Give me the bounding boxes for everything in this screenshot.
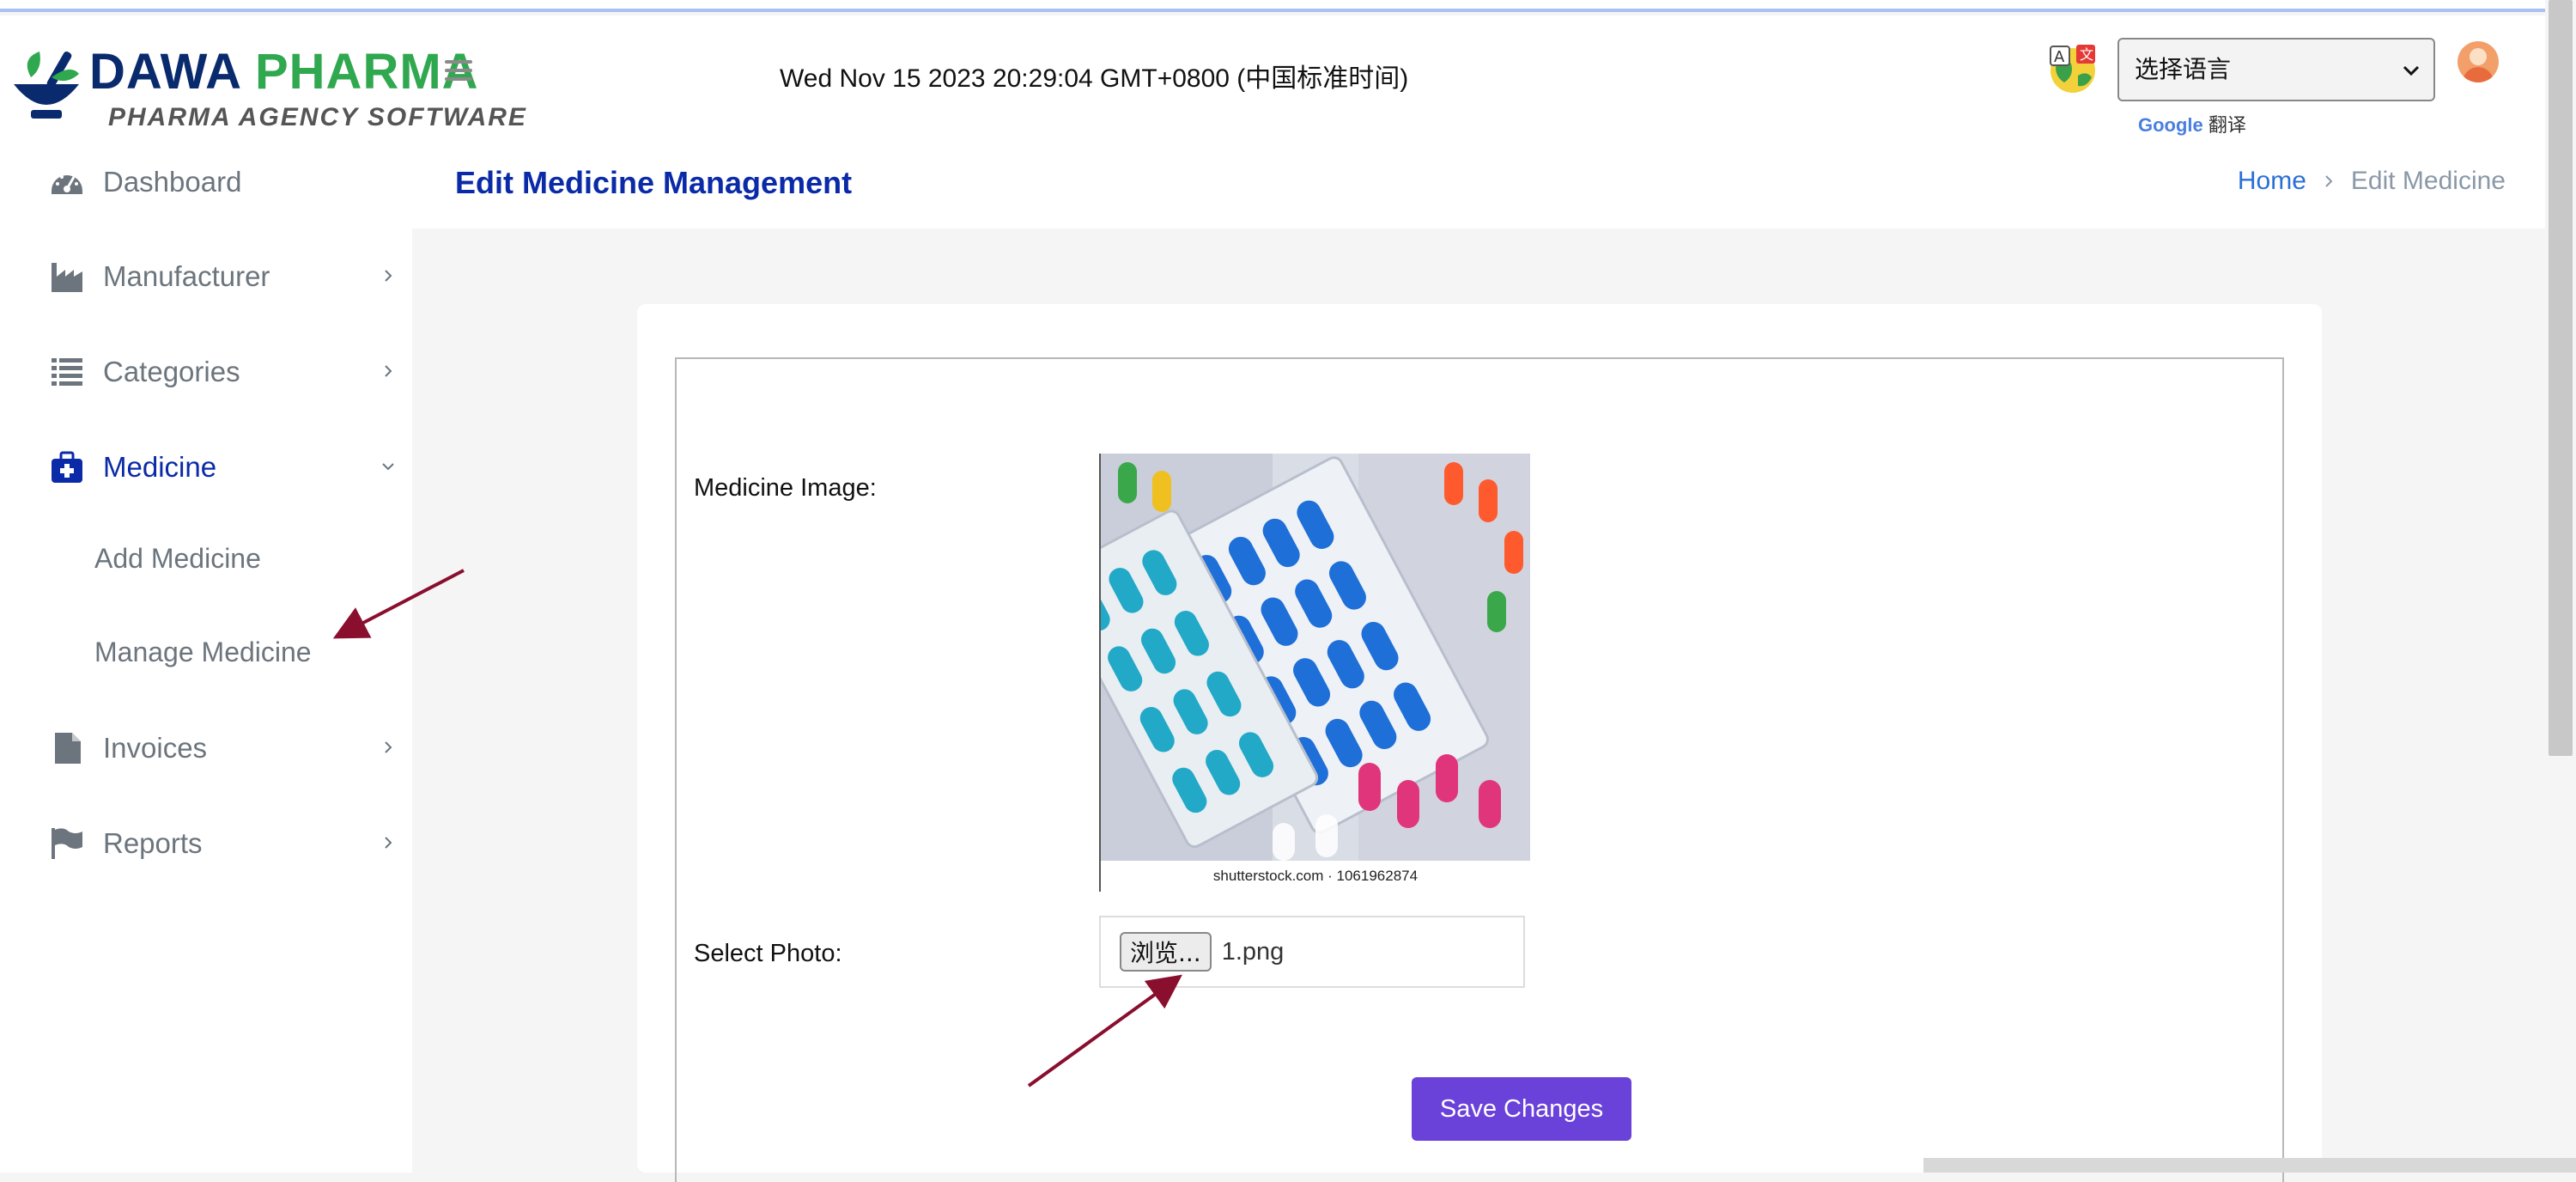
google-logo-text: Google xyxy=(2138,114,2203,136)
scrollbar-thumb[interactable] xyxy=(2549,0,2573,756)
breadcrumb: Home Edit Medicine xyxy=(2238,167,2506,196)
edit-medicine-form: Medicine Image: shutterstock.com · 10619… xyxy=(675,357,2284,1182)
sidebar-item-label: Reports xyxy=(103,827,203,859)
page-title: Edit Medicine Management xyxy=(455,165,853,200)
medicine-image-label: Medicine Image: xyxy=(694,474,877,502)
breadcrumb-current: Edit Medicine xyxy=(2350,167,2506,195)
horizontal-scrollbar[interactable] xyxy=(1923,1158,2576,1173)
sidebar-item-label: Medicine xyxy=(103,451,217,483)
brand-tagline: PHARMA AGENCY SOFTWARE xyxy=(108,103,527,131)
svg-text:A: A xyxy=(2054,48,2065,66)
browse-button[interactable]: 浏览... xyxy=(1120,932,1212,972)
sidebar-item-invoices[interactable]: Invoices xyxy=(48,718,400,778)
save-changes-button[interactable]: Save Changes xyxy=(1412,1077,1631,1141)
sidebar-item-categories[interactable]: Categories xyxy=(48,342,400,402)
sidebar-subitem-manage-medicine[interactable]: Manage Medicine xyxy=(94,626,312,678)
chevron-right-icon xyxy=(385,365,392,377)
flag-icon xyxy=(48,825,86,862)
top-header: DAWA PHARMA PHARMA AGENCY SOFTWARE Wed N… xyxy=(0,15,2545,137)
sidebar-item-dashboard[interactable]: Dashboard xyxy=(48,152,400,212)
chevron-down-icon xyxy=(2403,65,2420,76)
svg-text:文: 文 xyxy=(2080,46,2093,63)
page-title-bar: Edit Medicine Management Home Edit Medic… xyxy=(412,137,2545,228)
language-select-value: 选择语言 xyxy=(2135,56,2232,82)
medical-kit-icon xyxy=(48,448,86,486)
sidebar-item-label: Dashboard xyxy=(103,166,242,198)
sidebar-item-medicine[interactable]: Medicine xyxy=(48,437,400,497)
mortar-pestle-logo-icon xyxy=(14,52,79,119)
sidebar-item-label: Manufacturer xyxy=(103,260,270,292)
sidebar-item-manufacturer[interactable]: Manufacturer xyxy=(48,247,400,307)
vertical-scrollbar[interactable] xyxy=(2545,0,2576,1173)
select-photo-label: Select Photo: xyxy=(694,940,842,967)
browser-top-edge xyxy=(0,0,2576,12)
sidebar-item-reports[interactable]: Reports xyxy=(48,813,400,874)
list-icon xyxy=(48,353,86,391)
file-icon xyxy=(48,729,86,767)
sidebar-item-label: Invoices xyxy=(103,732,208,764)
photo-file-input[interactable]: 浏览... 1.png xyxy=(1099,916,1525,988)
chevron-right-icon xyxy=(385,270,392,282)
menu-toggle-icon[interactable] xyxy=(445,60,472,84)
google-translate-attribution[interactable]: Google 翻译 xyxy=(2138,110,2246,137)
brand-primary: DAWA xyxy=(89,44,240,100)
sidebar: Dashboard Manufacturer Categories Medici… xyxy=(0,137,412,1173)
medicine-image-preview: shutterstock.com · 1061962874 xyxy=(1099,454,1530,892)
factory-icon xyxy=(48,258,86,296)
brand-title: DAWA PHARMA xyxy=(89,43,479,101)
sidebar-item-label: Categories xyxy=(103,356,240,387)
edit-medicine-card: Medicine Image: shutterstock.com · 10619… xyxy=(637,304,2322,1182)
chevron-down-icon xyxy=(382,463,394,471)
datetime-display: Wed Nov 15 2023 20:29:04 GMT+0800 (中国标准时… xyxy=(780,64,1409,93)
breadcrumb-home-link[interactable]: Home xyxy=(2238,167,2306,196)
dashboard-gauge-icon xyxy=(48,163,86,201)
chevron-right-icon xyxy=(385,837,392,849)
translate-globe-icon[interactable]: A 文 xyxy=(2045,41,2100,96)
sidebar-subitem-add-medicine[interactable]: Add Medicine xyxy=(94,533,261,584)
image-watermark: shutterstock.com · 1061962874 xyxy=(1101,861,1530,892)
user-avatar[interactable] xyxy=(2458,41,2499,82)
translate-label: 翻译 xyxy=(2208,114,2246,136)
pill-blister-photo xyxy=(1101,454,1530,861)
app-logo[interactable]: DAWA PHARMA PHARMA AGENCY SOFTWARE xyxy=(5,31,526,143)
chevron-right-icon xyxy=(2325,175,2333,187)
language-select[interactable]: 选择语言 xyxy=(2117,38,2435,101)
chevron-right-icon xyxy=(385,741,392,753)
selected-file-name: 1.png xyxy=(1221,937,1285,966)
